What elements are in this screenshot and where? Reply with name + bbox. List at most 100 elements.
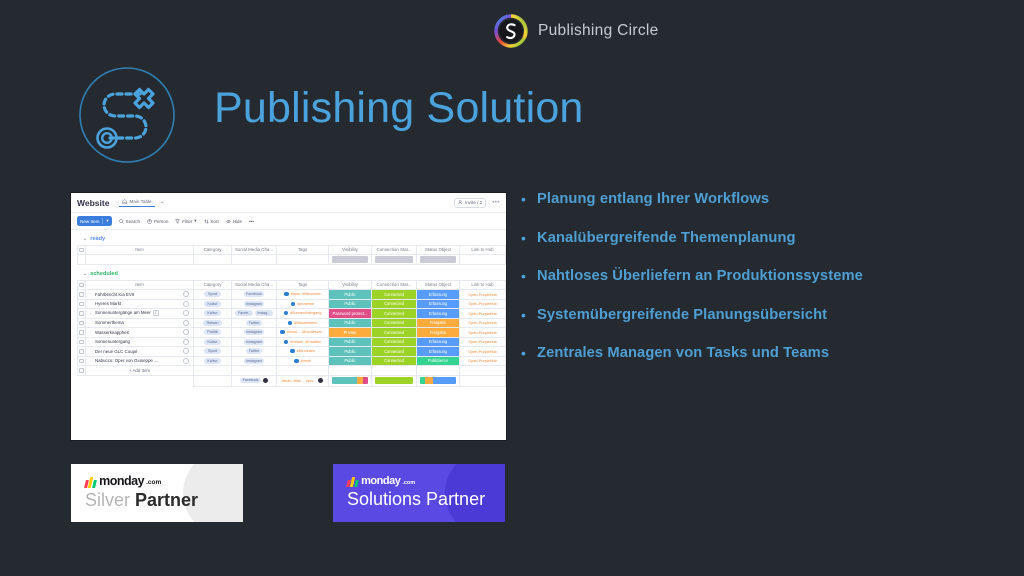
cell-item[interactable]: › Sonnenuntergänge am Meer 1	[85, 308, 194, 319]
add-item-row[interactable]: + Add Item	[77, 365, 506, 376]
cell-social[interactable]: Twitter	[231, 346, 277, 357]
cell-hub[interactable]: Open-PurpleHub	[459, 317, 506, 328]
cell-hub[interactable]: Open-PurpleHub	[459, 336, 506, 347]
col-header-tags[interactable]: Tags	[276, 279, 329, 290]
row-checkbox[interactable]	[77, 355, 86, 366]
checkbox-icon[interactable]	[79, 301, 84, 306]
col-header-connection[interactable]: Connection Stat...	[371, 244, 417, 255]
cell-visibility[interactable]: Public	[328, 346, 372, 357]
new-item-button[interactable]: New Item ▾	[77, 216, 112, 226]
cell-status[interactable]: Erfassung	[416, 308, 460, 319]
cell-category[interactable]: Kultur	[193, 298, 232, 309]
updates-bubble-icon[interactable]	[183, 310, 189, 317]
cell-visibility[interactable]: Public	[328, 298, 372, 309]
cell-social[interactable]: Instagram	[231, 336, 277, 347]
col-header-visibility[interactable]: Visibility	[328, 279, 372, 290]
add-item-label[interactable]: + Add Item	[85, 365, 194, 376]
cell-hub[interactable]: Open-PurpleHub	[459, 346, 506, 357]
checkbox-icon[interactable]	[79, 349, 84, 354]
cell-hub[interactable]: Open-PurpleHub	[459, 327, 506, 338]
table-row[interactable]: Der neue GLC Coupé Sport Twitter #Mercedes P…	[77, 346, 506, 357]
table-row[interactable]: Sommerthema Reisen Twitter #Wasserwerte Publ…	[77, 317, 506, 328]
table-row[interactable]: Fahrbericht Kia EV9 Sport Facebook #Auto #Me…	[77, 289, 506, 300]
cell-connection[interactable]: Connected	[371, 289, 417, 300]
cell-tags[interactable]: #Mercedes	[276, 346, 329, 357]
filter-button[interactable]: Filter ▾	[175, 218, 197, 224]
table-row[interactable]: Hyeres Markt Kultur Instagram #provence Publ…	[77, 298, 506, 309]
row-checkbox[interactable]	[77, 327, 86, 338]
cell-tags[interactable]: #Wasserwerte	[276, 317, 329, 328]
cell-tags[interactable]: #Vorsl... #Bundesver...	[276, 327, 329, 338]
cell-category[interactable]: Kultur	[193, 308, 232, 319]
cell-social[interactable]: Instagram	[231, 298, 277, 309]
cell-item[interactable]: Wasserknappheit	[85, 327, 194, 338]
col-header-item[interactable]: Item	[85, 244, 194, 255]
checkbox-icon[interactable]	[79, 311, 84, 316]
group-header-scheduled[interactable]: ⌄ scheduled	[83, 271, 500, 277]
cell-item[interactable]: Sommerthema	[85, 317, 194, 328]
col-header-social[interactable]: Social Media Cha...	[231, 279, 277, 290]
updates-bubble-icon[interactable]	[183, 300, 189, 307]
cell-category[interactable]: Kultur	[193, 336, 232, 347]
cell-status[interactable]: Erfassung	[416, 336, 460, 347]
cell-category[interactable]: Kultur	[193, 355, 232, 366]
table-row[interactable]: Wasserknappheit Politik Instagram #Vorsl...…	[77, 327, 506, 338]
updates-bubble-icon[interactable]	[183, 357, 189, 364]
cell-hub[interactable]: Open-PurpleHub	[459, 289, 506, 300]
cell-visibility[interactable]: Public	[328, 289, 372, 300]
col-header-visibility[interactable]: Visibility	[328, 244, 372, 255]
table-row[interactable]: Nabucco: Oper von Giuseppe ... Kultur Inst…	[77, 355, 506, 366]
cell-social[interactable]: Twitter	[231, 317, 277, 328]
cell-tags[interactable]: #Auto #Mercedes	[276, 289, 329, 300]
group-header-ready[interactable]: ⌄ ready	[83, 236, 500, 242]
cell-status[interactable]: Erfassung	[416, 298, 460, 309]
cell-item[interactable]: Nabucco: Oper von Giuseppe ...	[85, 355, 194, 366]
cell-category[interactable]: Sport	[193, 289, 232, 300]
cell-hub[interactable]: Open-PurpleHub	[459, 298, 506, 309]
col-header-tags[interactable]: Tags	[276, 244, 329, 255]
cell-hub[interactable]: Open-PurpleHub	[459, 308, 506, 319]
cell-status[interactable]: Erfassung	[416, 289, 460, 300]
invite-button[interactable]: Invite / 2	[454, 197, 487, 208]
cell-connection[interactable]: Connected	[371, 355, 417, 366]
new-item-caret-icon[interactable]: ▾	[102, 218, 109, 224]
updates-bubble-icon[interactable]	[183, 329, 189, 336]
updates-bubble-icon[interactable]	[183, 348, 189, 355]
row-checkbox[interactable]	[77, 298, 86, 309]
cell-item[interactable]: Sonnenuntergang	[85, 336, 194, 347]
row-checkbox[interactable]	[77, 365, 86, 376]
row-checkbox[interactable]	[77, 308, 86, 319]
person-filter-button[interactable]: Person	[147, 219, 168, 224]
cell-category[interactable]: Sport	[193, 346, 232, 357]
checkbox-icon[interactable]	[79, 292, 84, 297]
cell-hub[interactable]: Open-PurpleHub	[459, 355, 506, 366]
col-header-category[interactable]: Category	[193, 244, 232, 255]
checkbox-icon[interactable]	[79, 282, 84, 287]
chevron-down-icon[interactable]: ⌄	[83, 236, 87, 242]
checkbox-icon[interactable]	[79, 368, 84, 373]
cell-visibility[interactable]: Public	[328, 336, 372, 347]
checkbox-icon[interactable]	[79, 330, 84, 335]
col-header-item[interactable]: Item	[85, 279, 194, 290]
cell-tags[interactable]: #Sonnenuntergang	[276, 308, 329, 319]
updates-bubble-icon[interactable]	[183, 319, 189, 326]
col-header-status[interactable]: Status Object	[416, 279, 460, 290]
cell-category[interactable]: Reisen	[193, 317, 232, 328]
cell-item[interactable]: Hyeres Markt	[85, 298, 194, 309]
cell-social[interactable]: Faceb... Instag...	[231, 308, 277, 319]
row-checkbox[interactable]	[77, 289, 86, 300]
cell-visibility[interactable]: Public	[328, 355, 372, 366]
cell-connection[interactable]: Connected	[371, 317, 417, 328]
row-checkbox[interactable]	[77, 317, 86, 328]
cell-visibility[interactable]: Public	[328, 317, 372, 328]
row-checkbox[interactable]	[77, 336, 86, 347]
tab-main-table[interactable]: Main Table	[119, 199, 155, 207]
cell-status[interactable]: Freigabe	[416, 317, 460, 328]
updates-bubble-icon[interactable]	[183, 291, 189, 298]
cell-connection[interactable]: Connected	[371, 308, 417, 319]
cell-social[interactable]: Facebook	[231, 289, 277, 300]
cell-category[interactable]: Politik	[193, 327, 232, 338]
cell-item[interactable]: Der neue GLC Coupé	[85, 346, 194, 357]
select-all-checkbox[interactable]	[77, 279, 86, 290]
row-checkbox[interactable]	[77, 346, 86, 357]
